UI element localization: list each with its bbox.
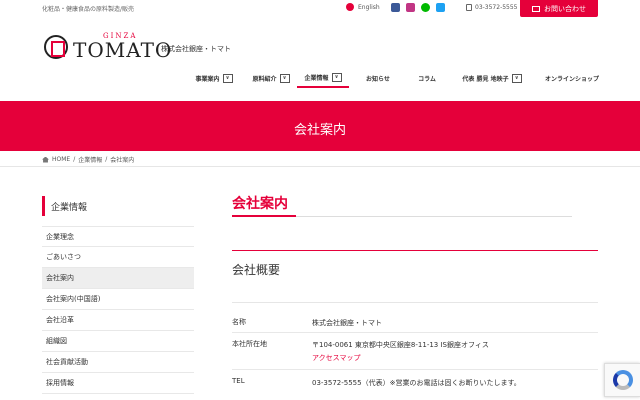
home-icon bbox=[42, 156, 49, 163]
sidebar-item-history[interactable]: 会社沿革 bbox=[42, 310, 194, 331]
access-map-link[interactable]: アクセスマップ bbox=[312, 352, 598, 365]
chevron-down-icon[interactable]: ∨ bbox=[279, 73, 290, 83]
hero-title: 会社案内 bbox=[293, 123, 346, 138]
logo-wordmark: GINZA TOMATO bbox=[73, 33, 173, 62]
page-title: 会社案内 bbox=[232, 196, 288, 212]
sidebar-item-company-profile[interactable]: 会社案内 bbox=[42, 268, 194, 289]
nav-column[interactable]: コラム bbox=[407, 68, 447, 88]
site-logo[interactable]: GINZA TOMATO bbox=[44, 33, 172, 60]
nav-business[interactable]: 事業案内 ∨ bbox=[183, 68, 245, 88]
logo-tomato: TOMATO bbox=[73, 38, 173, 62]
facebook-icon[interactable] bbox=[391, 3, 400, 12]
chevron-down-icon[interactable]: ∨ bbox=[331, 72, 342, 82]
sidebar-title: 企業情報 bbox=[42, 196, 194, 216]
nav-ingredients-label: 原料紹介 bbox=[252, 75, 277, 83]
site-tagline: 化粧品・健康食品の原料製造/販売 bbox=[42, 6, 135, 13]
header-phone[interactable]: 03-3572-5555 bbox=[466, 4, 518, 11]
row-value: 株式会社銀座・トマト bbox=[312, 319, 382, 327]
main-nav: 事業案内 ∨ 原料紹介 ∨ 企業情報 ∨ お知らせ コラム 代表 勝見 地映子 … bbox=[183, 68, 607, 90]
nav-representative-label: 代表 勝見 地映子 bbox=[462, 75, 509, 83]
language-switch[interactable]: English bbox=[346, 3, 380, 11]
nav-ingredients[interactable]: 原料紹介 ∨ bbox=[245, 68, 297, 88]
chevron-down-icon[interactable]: ∨ bbox=[222, 73, 233, 83]
section-divider bbox=[232, 250, 598, 251]
breadcrumb-separator: / bbox=[73, 156, 76, 163]
breadcrumb-parent[interactable]: 企業情報 bbox=[78, 155, 102, 164]
nav-online-shop[interactable]: オンラインショップ bbox=[537, 68, 607, 88]
sidebar-item-social-contribution[interactable]: 社会貢献活動 bbox=[42, 352, 194, 373]
globe-icon bbox=[346, 3, 354, 11]
breadcrumb-separator: / bbox=[105, 156, 108, 163]
divider bbox=[0, 166, 640, 167]
contact-button[interactable]: お問い合わせ bbox=[520, 0, 598, 17]
nav-representative[interactable]: 代表 勝見 地映子 ∨ bbox=[447, 68, 537, 88]
title-underline-accent bbox=[232, 215, 296, 217]
row-value: 〒104-0061 東京都中央区銀座8-11-13 IS銀座オフィス bbox=[312, 341, 489, 349]
social-links bbox=[391, 3, 445, 12]
sidebar-item-philosophy[interactable]: 企業理念 bbox=[42, 226, 194, 247]
row-label: 本社所在地 bbox=[232, 340, 267, 348]
language-label: English bbox=[358, 3, 380, 11]
table-row: 本社所在地 〒104-0061 東京都中央区銀座8-11-13 IS銀座オフィス… bbox=[232, 333, 598, 370]
row-value: 03-3572-5555（代表）※営業のお電話は固くお断りいたします。 bbox=[312, 379, 521, 387]
recaptcha-icon bbox=[612, 370, 633, 390]
instagram-icon[interactable] bbox=[406, 3, 415, 12]
logo-mark-icon bbox=[44, 34, 68, 59]
row-value-group: 〒104-0061 東京都中央区銀座8-11-13 IS銀座オフィス アクセスマ… bbox=[312, 339, 598, 369]
recaptcha-badge[interactable] bbox=[604, 363, 640, 397]
sidebar-list: 企業理念 ごあいさつ 会社案内 会社案内(中国語) 会社沿革 組織図 社会貢献活… bbox=[42, 226, 194, 394]
sidebar-item-recruit[interactable]: 採用情報 bbox=[42, 373, 194, 394]
table-row: 名称 株式会社銀座・トマト bbox=[232, 313, 598, 333]
sidebar-item-org-chart[interactable]: 組織図 bbox=[42, 331, 194, 352]
top-bar: 化粧品・健康食品の原料製造/販売 English 03-3572-5555 お問… bbox=[0, 0, 640, 18]
nav-online-shop-label: オンラインショップ bbox=[544, 75, 599, 83]
nav-news[interactable]: お知らせ bbox=[349, 68, 407, 88]
nav-business-label: 事業案内 bbox=[195, 75, 220, 83]
nav-column-label: コラム bbox=[418, 75, 436, 83]
breadcrumb: HOME / 企業情報 / 会社案内 bbox=[42, 155, 134, 164]
row-label: TEL bbox=[232, 377, 245, 385]
section-title: 会社概要 bbox=[232, 263, 281, 277]
sidebar-item-greeting[interactable]: ごあいさつ bbox=[42, 247, 194, 268]
contact-label: お問い合わせ bbox=[544, 4, 586, 13]
breadcrumb-current: 会社案内 bbox=[110, 157, 135, 164]
phone-number: 03-3572-5555 bbox=[475, 4, 518, 11]
phone-icon bbox=[466, 4, 472, 11]
row-label: 名称 bbox=[232, 318, 246, 326]
nav-news-label: お知らせ bbox=[366, 75, 390, 83]
section-underline bbox=[232, 302, 598, 303]
nav-company-label: 企業情報 bbox=[304, 74, 329, 82]
twitter-icon[interactable] bbox=[436, 3, 445, 12]
breadcrumb-home[interactable]: HOME bbox=[52, 156, 70, 163]
company-name: 株式会社銀座・トマト bbox=[161, 45, 231, 53]
nav-company[interactable]: 企業情報 ∨ bbox=[297, 68, 349, 88]
mail-icon bbox=[532, 5, 540, 12]
table-row: TEL 03-3572-5555（代表）※営業のお電話は固くお断りいたします。 bbox=[232, 370, 598, 392]
sidebar-item-company-profile-chinese[interactable]: 会社案内(中国語) bbox=[42, 289, 194, 310]
chevron-down-icon[interactable]: ∨ bbox=[511, 73, 522, 83]
line-icon[interactable] bbox=[421, 3, 430, 12]
company-info-table: 名称 株式会社銀座・トマト 本社所在地 〒104-0061 東京都中央区銀座8-… bbox=[232, 313, 598, 392]
